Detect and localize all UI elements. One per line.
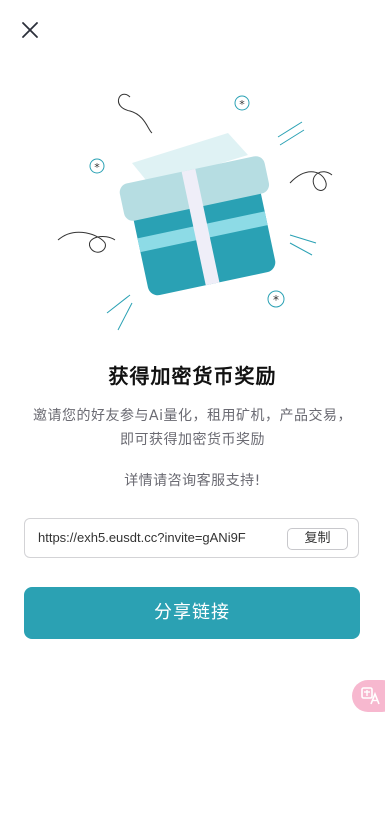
page-title: 获得加密货币奖励 xyxy=(108,364,277,388)
close-button[interactable] xyxy=(16,16,44,44)
svg-text:*: * xyxy=(273,293,279,307)
translate-icon xyxy=(361,687,380,705)
translate-button[interactable] xyxy=(352,680,385,712)
svg-text:*: * xyxy=(94,161,100,174)
gift-box-icon: * * * xyxy=(57,93,333,331)
svg-text:*: * xyxy=(239,98,245,111)
description-text: 邀请您的好友参与Ai量化，租用矿机，产品交易，即可获得加密货币奖励 xyxy=(33,408,352,448)
support-text: 详情请咨询客服支持! xyxy=(124,473,261,489)
gift-illustration: * * * xyxy=(50,85,335,340)
close-icon xyxy=(22,22,38,38)
share-link-button[interactable]: 分享链接 xyxy=(24,587,360,639)
invite-link-text[interactable]: https://exh5.eusdt.cc?invite=gANi9F xyxy=(38,530,246,545)
invite-link-field[interactable]: https://exh5.eusdt.cc?invite=gANi9F 复制 xyxy=(24,518,359,558)
copy-button[interactable]: 复制 xyxy=(287,528,348,550)
